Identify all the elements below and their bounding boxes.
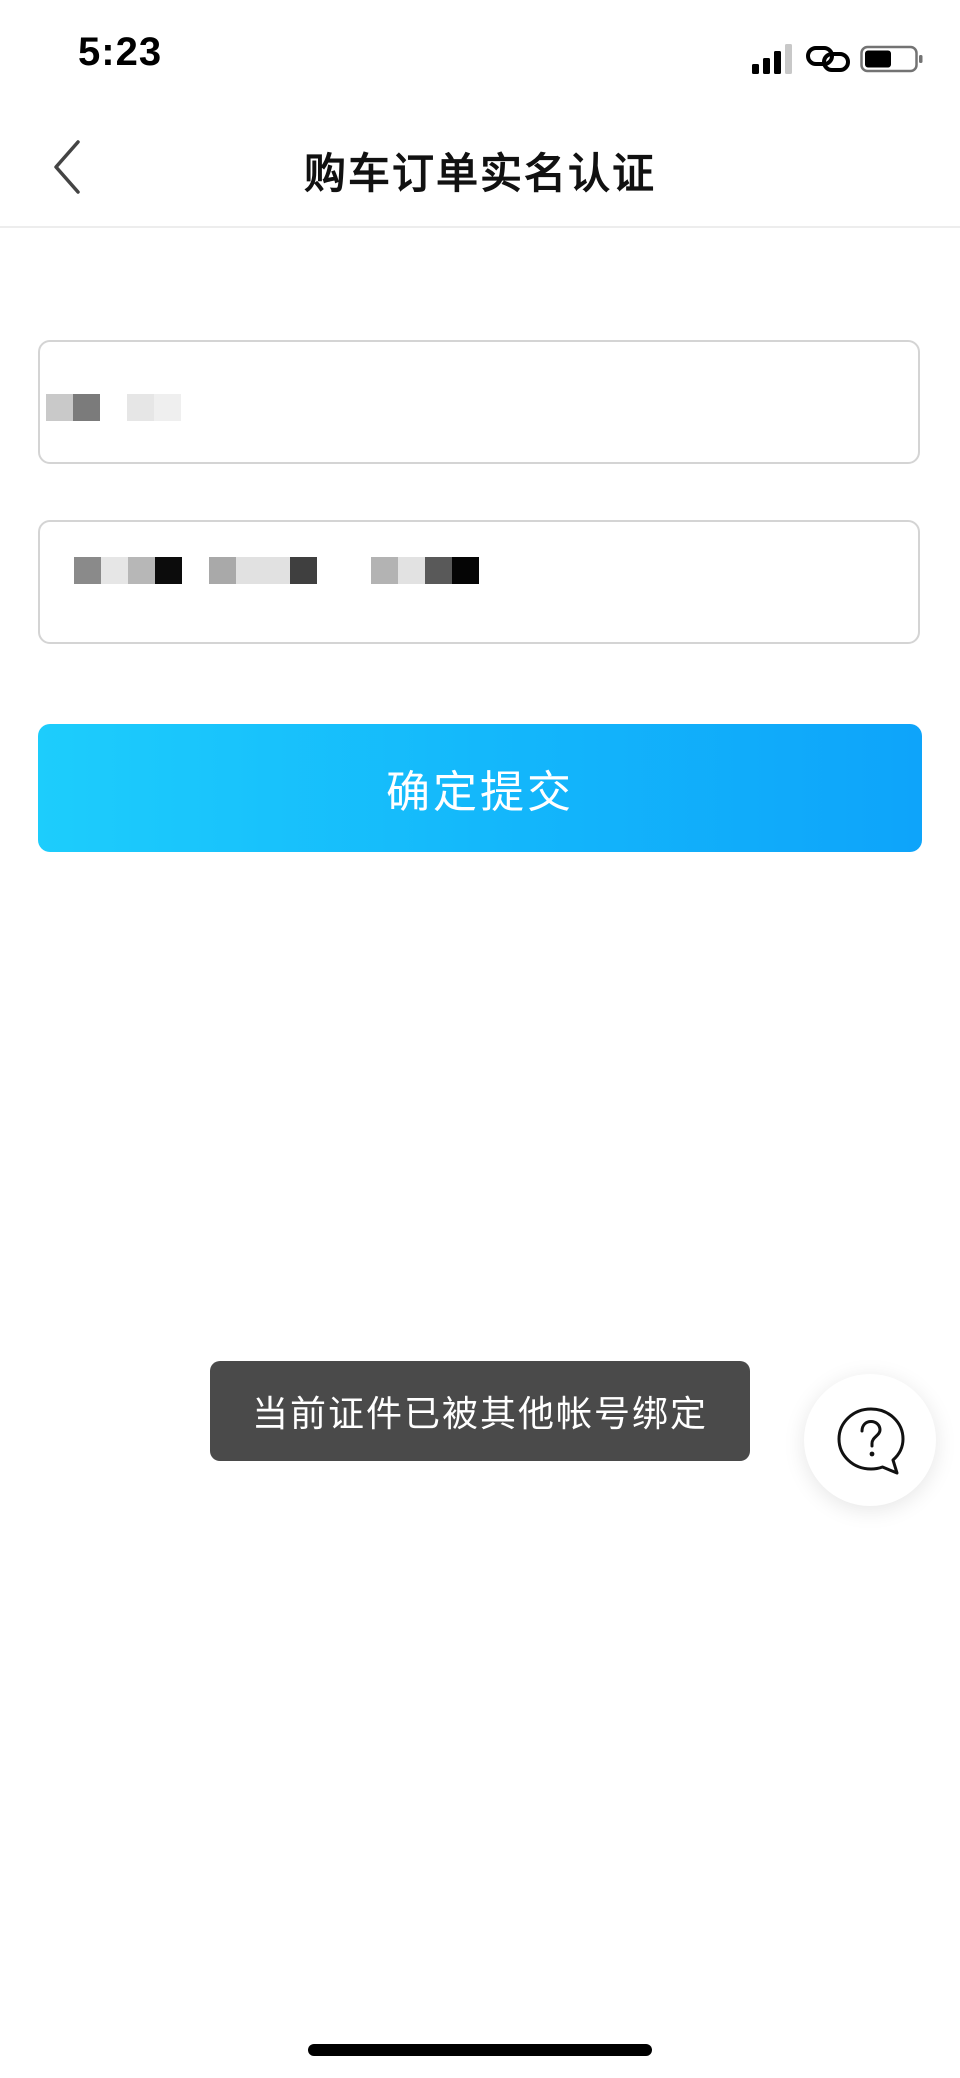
help-button[interactable] (804, 1374, 936, 1506)
help-icon (837, 1407, 905, 1475)
name-input[interactable] (38, 340, 920, 464)
id-number-input[interactable] (38, 520, 920, 644)
status-bar: 5:23 (0, 0, 960, 110)
error-toast: 当前证件已被其他帐号绑定 (210, 1361, 750, 1461)
nav-bar: 购车订单实名认证 (0, 110, 960, 228)
signal-icon (752, 44, 792, 74)
redacted-name-value (46, 394, 181, 421)
redacted-id-value (74, 557, 479, 584)
status-time: 5:23 (78, 30, 163, 74)
home-indicator[interactable] (308, 2044, 652, 2056)
screen: 5:23 购车订单实名认证 确定提交 当前证件已被其他帐号绑定 (0, 0, 960, 2078)
submit-button[interactable]: 确定提交 (38, 724, 922, 852)
page-title: 购车订单实名认证 (303, 149, 656, 198)
battery-icon (860, 45, 923, 73)
link-icon (806, 46, 850, 72)
